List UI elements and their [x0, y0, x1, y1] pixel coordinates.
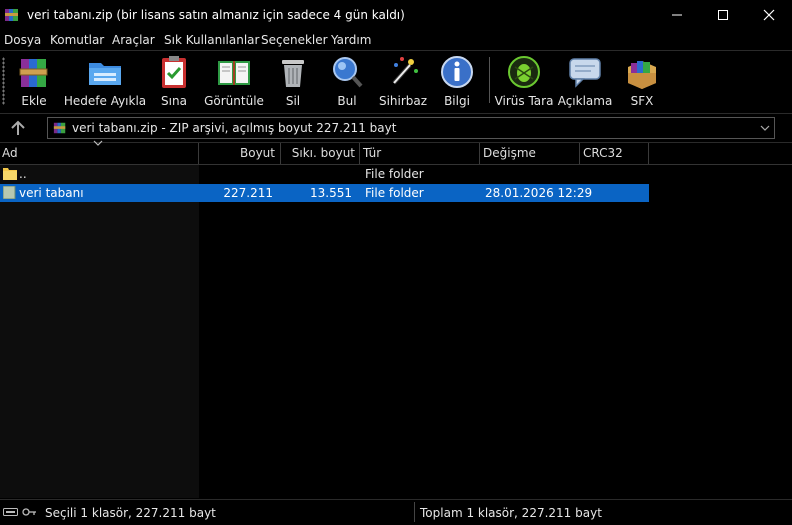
- address-dropdown-button[interactable]: [756, 118, 774, 138]
- test-button[interactable]: Sına: [154, 53, 194, 109]
- status-total-text: Toplam 1 klasör, 227.211 bayt: [420, 506, 602, 520]
- menu-sik-kullanilanlar[interactable]: Sık Kullanılanlar: [164, 33, 259, 47]
- magic-wand-icon: [392, 57, 418, 85]
- maximize-button[interactable]: [700, 0, 746, 30]
- row-name: veri tabanı: [19, 186, 84, 200]
- clipboard-check-icon: [162, 56, 186, 88]
- magnifier-icon: [333, 57, 363, 88]
- menu-yardim[interactable]: Yardım: [331, 33, 371, 47]
- menu-komutlar[interactable]: Komutlar: [50, 33, 104, 47]
- up-folder-button[interactable]: [8, 119, 28, 137]
- file-list[interactable]: .. File folder veri tabanı 227.211 13.55…: [0, 165, 792, 498]
- vertical-scrollbar[interactable]: [774, 165, 792, 498]
- title-bar: veri tabanı.zip (bir lisans satın almanı…: [0, 0, 792, 30]
- folder-icon: [3, 168, 17, 180]
- info-button[interactable]: Bilgi: [437, 53, 477, 109]
- status-bar: Seçili 1 klasör, 227.211 bayt Toplam 1 k…: [0, 499, 792, 525]
- minimize-button[interactable]: [654, 0, 700, 30]
- virus-scan-label: Virüs Tara: [494, 94, 554, 108]
- column-header-name[interactable]: Ad: [0, 143, 199, 164]
- name-column-panel: [0, 165, 199, 498]
- virus-bug-icon: [508, 56, 540, 88]
- table-row-selected[interactable]: veri tabanı 227.211 13.551 File folder 2…: [0, 184, 649, 202]
- column-header-crc32[interactable]: CRC32: [580, 143, 649, 164]
- comment-button[interactable]: Açıklama: [558, 53, 612, 109]
- row-packed-size: 13.551: [310, 186, 352, 200]
- test-label: Sına: [161, 94, 187, 108]
- row-name: ..: [19, 167, 27, 181]
- extract-button[interactable]: Hedefe Ayıkla: [63, 53, 147, 109]
- close-icon: [763, 9, 775, 21]
- open-book-icon: [218, 61, 250, 85]
- view-button[interactable]: Görüntüle: [204, 53, 264, 109]
- view-label: Görüntüle: [204, 94, 264, 108]
- delete-button[interactable]: Sil: [273, 53, 313, 109]
- sfx-box-icon: [628, 61, 656, 89]
- row-modified: 28.01.2026 12:29: [485, 186, 593, 200]
- table-row-parent[interactable]: .. File folder: [0, 165, 649, 183]
- close-button[interactable]: [746, 0, 792, 30]
- trash-can-icon: [282, 60, 304, 87]
- menu-dosya[interactable]: Dosya: [4, 33, 41, 47]
- zip-archive-icon: [53, 122, 66, 134]
- comment-label: Açıklama: [557, 94, 613, 108]
- sort-descending-icon: [93, 140, 103, 146]
- delete-label: Sil: [285, 94, 301, 108]
- toolbar: Ekle Hedefe Ayıkla Sına Görüntüle Sil Bu…: [0, 51, 792, 114]
- winrar-app-icon[interactable]: [4, 7, 20, 23]
- wizard-label: Sihirbaz: [378, 94, 428, 108]
- find-label: Bul: [337, 94, 357, 108]
- maximize-icon: [718, 10, 728, 20]
- sfx-button[interactable]: SFX: [620, 53, 664, 109]
- folder-icon: [3, 186, 16, 199]
- column-header-modified[interactable]: Değişme: [480, 143, 580, 164]
- toolbar-grip[interactable]: [2, 57, 5, 105]
- status-selected-text: Seçili 1 klasör, 227.211 bayt: [45, 506, 216, 520]
- add-label: Ekle: [21, 94, 47, 108]
- add-button[interactable]: Ekle: [14, 53, 54, 109]
- folder-extract-icon: [89, 63, 121, 85]
- row-type: File folder: [365, 186, 424, 200]
- virus-scan-button[interactable]: Virüs Tara: [494, 53, 554, 109]
- info-icon: [441, 56, 473, 88]
- address-text: veri tabanı.zip - ZIP arşivi, açılmış bo…: [72, 121, 397, 135]
- archive-books-icon: [19, 59, 48, 87]
- toolbar-separator: [489, 57, 490, 103]
- minimize-icon: [672, 14, 682, 16]
- column-header-type[interactable]: Tür: [360, 143, 480, 164]
- menu-bar: Dosya Komutlar Araçlar Sık Kullanılanlar…: [0, 30, 792, 51]
- info-label: Bilgi: [444, 94, 470, 108]
- address-bar: veri tabanı.zip - ZIP arşivi, açılmış bo…: [0, 114, 792, 143]
- wizard-button[interactable]: Sihirbaz: [378, 53, 428, 109]
- chevron-down-icon: [760, 125, 770, 131]
- extract-label: Hedefe Ayıkla: [63, 94, 147, 108]
- find-button[interactable]: Bul: [327, 53, 367, 109]
- row-type: File folder: [365, 167, 424, 181]
- speech-bubble-icon: [569, 58, 601, 88]
- menu-secenekler[interactable]: Seçenekler: [261, 33, 328, 47]
- window-title: veri tabanı.zip (bir lisans satın almanı…: [27, 8, 405, 22]
- column-header-size[interactable]: Boyut: [199, 143, 281, 164]
- arrow-up-icon: [11, 120, 25, 135]
- column-header-packed-size[interactable]: Sıkı. boyut: [281, 143, 360, 164]
- sfx-label: SFX: [630, 94, 654, 108]
- address-field[interactable]: veri tabanı.zip - ZIP arşivi, açılmış bo…: [47, 117, 775, 139]
- column-header-row: Ad Boyut Sıkı. boyut Tür Değişme CRC32: [0, 143, 792, 165]
- status-divider: [414, 502, 415, 522]
- menu-araclar[interactable]: Araçlar: [112, 33, 155, 47]
- row-size: 227.211: [223, 186, 273, 200]
- drive-key-icon[interactable]: [3, 507, 37, 517]
